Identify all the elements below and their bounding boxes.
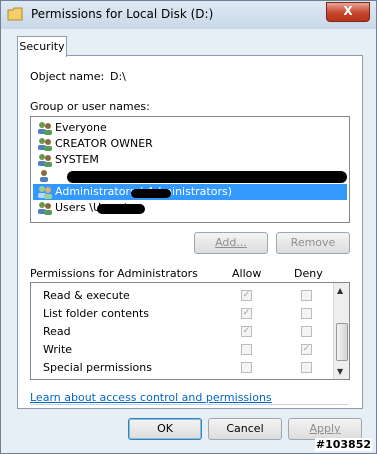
permissions-scrollbar[interactable]: ▲ ▼: [333, 283, 349, 379]
add-button-label: Add...: [215, 236, 247, 249]
apply-button-label: Apply: [309, 422, 341, 435]
image-id-tag: #103852: [314, 438, 372, 451]
permission-row: Read ✓: [31, 323, 331, 341]
permissions-label: Permissions for Administrators: [30, 267, 198, 280]
remove-button[interactable]: Remove: [276, 232, 350, 254]
users-icon: [38, 154, 52, 167]
allow-checkbox[interactable]: ✓: [241, 308, 252, 319]
help-link[interactable]: Learn about access control and permissio…: [30, 391, 272, 404]
list-item-label: SYSTEM: [55, 153, 99, 166]
title-bar[interactable]: Permissions for Local Disk (D:) X: [1, 1, 376, 29]
deny-checkbox[interactable]: [301, 290, 312, 301]
object-name-value: D:\: [110, 70, 126, 83]
allow-checkbox[interactable]: ✓: [241, 290, 252, 301]
users-icon: [38, 202, 52, 215]
permissions-dialog: Permissions for Local Disk (D:) X Securi…: [0, 0, 377, 454]
allow-checkbox[interactable]: ✓: [241, 326, 252, 337]
list-item[interactable]: Users \Users): [33, 200, 347, 216]
permission-name: List folder contents: [43, 307, 149, 320]
apply-button[interactable]: Apply: [288, 418, 362, 440]
list-item[interactable]: SYSTEM: [33, 152, 347, 168]
user-icon: [40, 170, 48, 182]
redaction-mark: [67, 171, 347, 183]
scroll-down-icon[interactable]: ▼: [337, 367, 343, 376]
group-names-label: Group or user names:: [30, 100, 150, 113]
scroll-up-icon[interactable]: ▲: [337, 286, 343, 295]
deny-checkbox[interactable]: [301, 308, 312, 319]
redaction-mark: [131, 189, 171, 198]
group-user-list[interactable]: Everyone CREATOR OWNER SYSTEM Administra…: [30, 116, 350, 223]
permissions-list[interactable]: Read & execute ✓ List folder contents ✓ …: [30, 282, 350, 380]
allow-checkbox[interactable]: [241, 344, 252, 355]
list-item-label: Everyone: [55, 121, 107, 134]
list-item[interactable]: Everyone: [33, 120, 347, 136]
deny-checkbox[interactable]: [301, 362, 312, 373]
close-button[interactable]: X: [326, 2, 370, 22]
permission-row: Read & execute ✓: [31, 287, 331, 305]
permission-name: Read: [43, 325, 71, 338]
remove-button-label: Remove: [290, 236, 336, 249]
permission-row: Write ✓: [31, 341, 331, 359]
allow-header: Allow: [232, 267, 262, 280]
list-item-selected[interactable]: Administrators ( Administrators): [33, 184, 347, 200]
permission-name: Special permissions: [43, 361, 152, 374]
users-icon: [38, 138, 52, 151]
cancel-button[interactable]: Cancel: [208, 418, 282, 440]
add-button[interactable]: Add...: [194, 232, 268, 254]
ok-button[interactable]: OK: [128, 418, 202, 440]
allow-checkbox[interactable]: [241, 362, 252, 373]
list-item-label: CREATOR OWNER: [55, 137, 153, 150]
permission-name: Write: [43, 343, 73, 356]
deny-header: Deny: [294, 267, 323, 280]
permission-row: Special permissions: [31, 359, 331, 377]
permission-name: Read & execute: [43, 289, 130, 302]
deny-checkbox[interactable]: [301, 326, 312, 337]
tab-security[interactable]: Security: [17, 36, 67, 57]
deny-checkbox[interactable]: ✓: [301, 344, 312, 355]
scrollbar-thumb[interactable]: [336, 323, 348, 361]
permission-row: List folder contents ✓: [31, 305, 331, 323]
redaction-mark: [97, 204, 145, 214]
users-icon: [38, 122, 52, 135]
users-icon: [38, 186, 52, 199]
divider: [30, 404, 348, 405]
folder-icon: [7, 7, 23, 21]
object-name-label: Object name:: [30, 70, 105, 83]
window-title: Permissions for Local Disk (D:): [31, 7, 214, 21]
list-item[interactable]: CREATOR OWNER: [33, 136, 347, 152]
security-panel: Object name: D:\ Group or user names: Ev…: [17, 55, 363, 409]
